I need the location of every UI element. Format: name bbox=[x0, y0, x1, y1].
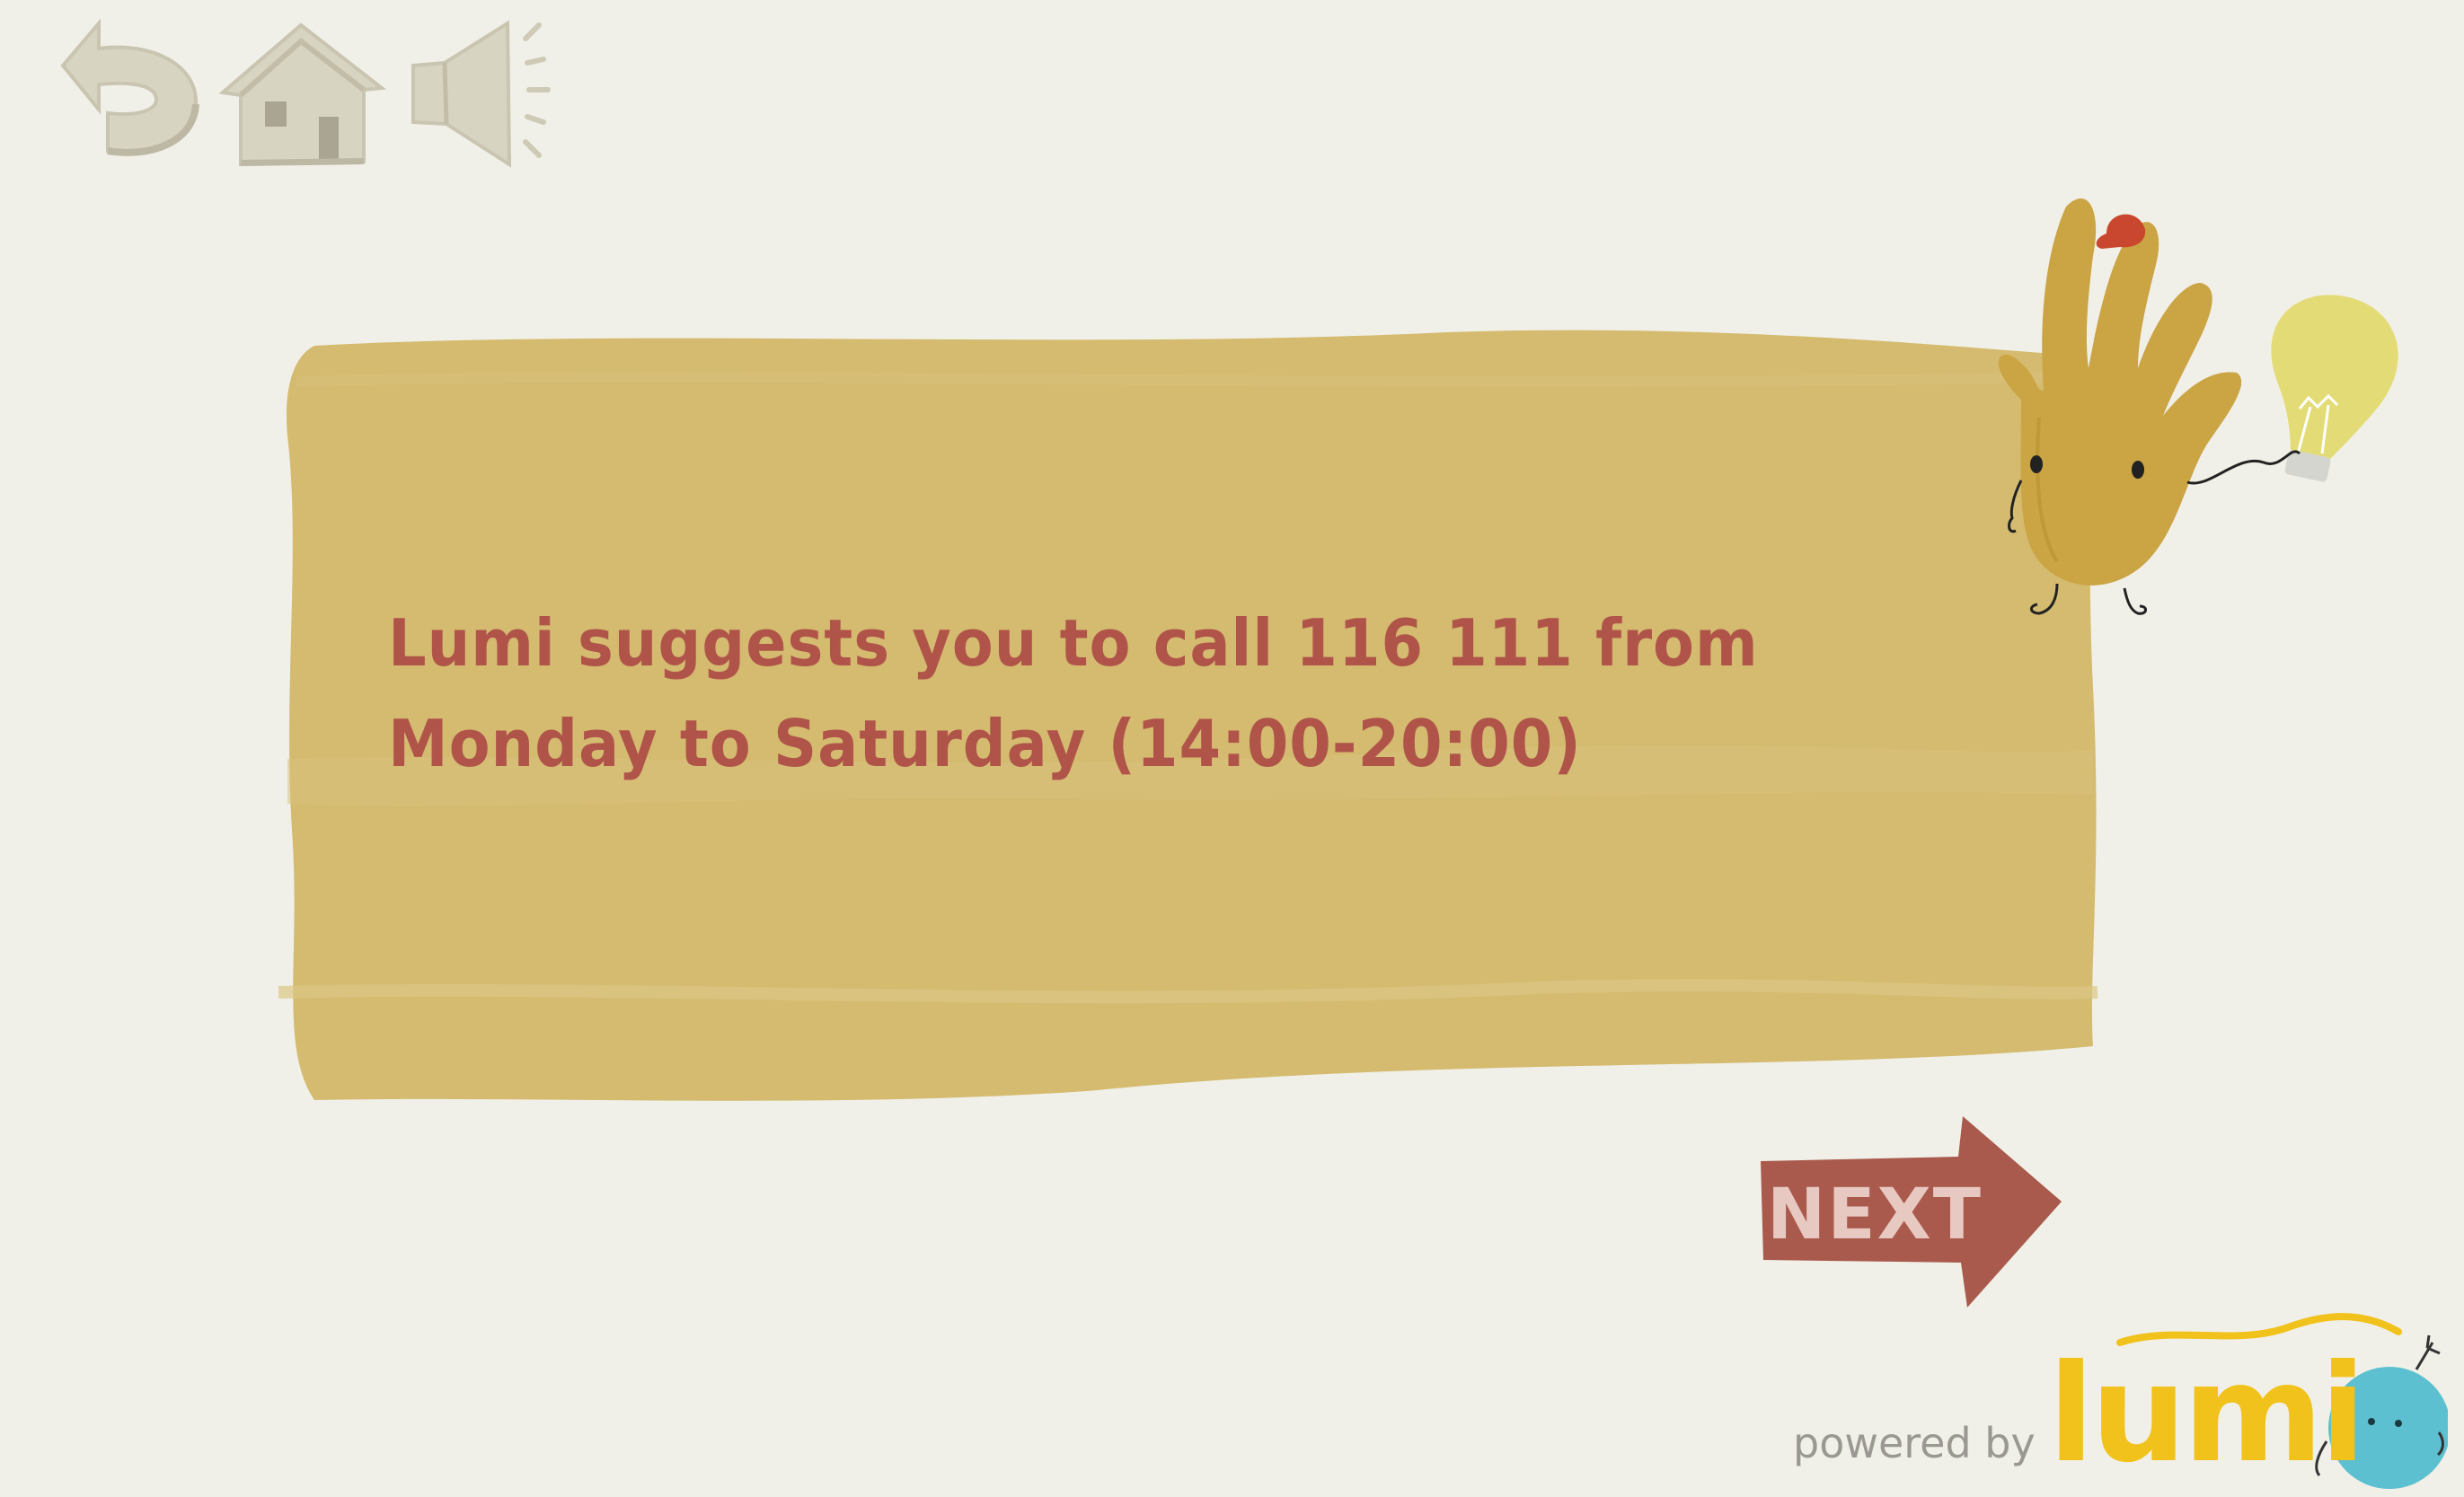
lumi-brand-word: lumi bbox=[2048, 1336, 2366, 1493]
back-button[interactable] bbox=[45, 16, 207, 169]
next-button[interactable]: NEXT bbox=[1756, 1112, 2066, 1311]
message-text: Lumi suggests you to call 116 111 from M… bbox=[388, 605, 1759, 781]
house-icon bbox=[218, 22, 387, 167]
powered-by-text: powered by bbox=[1793, 1419, 2036, 1467]
lumi-hand-mascot bbox=[1922, 184, 2443, 705]
back-arrow-icon bbox=[60, 18, 199, 156]
sound-button[interactable] bbox=[409, 16, 561, 173]
home-button[interactable] bbox=[216, 16, 387, 169]
next-label: NEXT bbox=[1767, 1175, 1983, 1255]
hand-with-lightbulb-icon bbox=[1998, 198, 2398, 615]
speaker-icon bbox=[411, 20, 551, 168]
lumi-logo: lumi bbox=[2039, 1307, 2448, 1495]
